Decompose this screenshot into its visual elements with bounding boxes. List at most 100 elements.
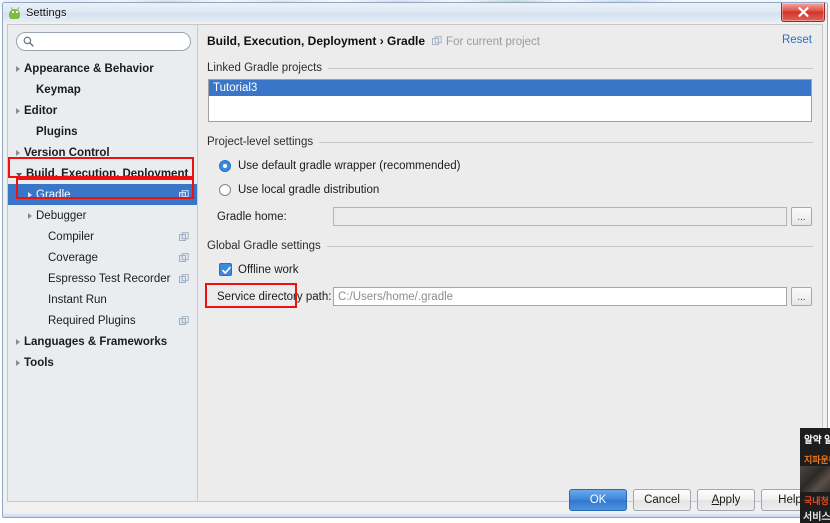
window-titlebar: Settings	[3, 3, 827, 23]
service-directory-label: Service directory path:	[217, 290, 332, 303]
sidebar-item-version-control[interactable]: Version Control	[8, 142, 197, 163]
search-container	[8, 25, 197, 55]
apply-button[interactable]: Apply	[697, 489, 755, 511]
sidebar-item-label: Instant Run	[48, 293, 107, 306]
window-content: Appearance & Behavior Keymap Editor Plugins…	[3, 22, 827, 517]
chevron-right-icon[interactable]	[16, 149, 20, 156]
module-scope-icon	[179, 189, 189, 200]
section-divider	[328, 67, 813, 69]
sidebar-item-plugins[interactable]: Plugins	[8, 121, 197, 142]
chevron-right-icon[interactable]	[16, 107, 20, 114]
offline-work-row[interactable]: Offline work	[219, 263, 813, 276]
global-settings-section: Global Gradle settings Offline work Serv…	[207, 240, 813, 306]
sidebar-item-label: Build, Execution, Deployment	[26, 167, 189, 180]
sidebar-item-tools[interactable]: Tools	[8, 352, 197, 373]
reset-link[interactable]: Reset	[782, 34, 812, 46]
sidebar-item-debugger[interactable]: Debugger	[8, 205, 197, 226]
sidebar-item-label: Version Control	[24, 146, 110, 159]
linked-projects-section: Linked Gradle projects Tutorial3	[207, 62, 813, 122]
search-input[interactable]	[37, 35, 177, 48]
sidebar-item-label: Keymap	[36, 83, 81, 96]
chevron-right-icon[interactable]	[16, 338, 20, 345]
gradle-home-label: Gradle home:	[217, 210, 287, 223]
sidebar-item-required-plugins[interactable]: Required Plugins	[8, 310, 197, 331]
offline-work-checkbox[interactable]	[219, 263, 232, 276]
offline-work-label: Offline work	[238, 263, 299, 276]
sidebar-item-label: Debugger	[36, 209, 87, 222]
settings-body: Appearance & Behavior Keymap Editor Plugins…	[7, 24, 823, 502]
module-scope-icon	[179, 273, 189, 284]
close-icon[interactable]	[781, 3, 825, 22]
sidebar-item-instant-run[interactable]: Instant Run	[8, 289, 197, 310]
sidebar-item-label: Tools	[24, 356, 54, 369]
linked-projects-title: Linked Gradle projects	[207, 62, 323, 74]
overlay-ad-orange: 지파운더	[804, 455, 830, 465]
overlay-ad-sub: 서비스	[803, 512, 830, 523]
radio-button[interactable]	[219, 184, 231, 196]
project-scope-icon	[432, 36, 442, 49]
chevron-right-icon[interactable]	[28, 212, 32, 219]
sidebar-item-label: Editor	[24, 104, 58, 117]
sidebar-item-compiler[interactable]: Compiler	[8, 226, 197, 247]
project-level-section: Project-level settings Use default gradl…	[207, 136, 813, 226]
project-level-header: Project-level settings	[207, 136, 813, 148]
sidebar-item-editor[interactable]: Editor	[8, 100, 197, 121]
list-item[interactable]: Tutorial3	[209, 80, 811, 96]
chevron-right-icon[interactable]	[16, 65, 20, 72]
sidebar-item-keymap[interactable]: Keymap	[8, 79, 197, 100]
linked-projects-list[interactable]: Tutorial3	[208, 79, 812, 122]
settings-window: Settings Appearance & Behavior Keymap Ed…	[2, 2, 828, 518]
radio-label: Use local gradle distribution	[238, 184, 380, 196]
scope-text: For current project	[446, 36, 540, 48]
settings-tree: Appearance & Behavior Keymap Editor Plugins…	[8, 55, 197, 373]
ok-button[interactable]: OK	[569, 489, 627, 511]
global-settings-title: Global Gradle settings	[207, 240, 321, 252]
chevron-right-icon[interactable]	[16, 359, 20, 366]
sidebar-item-gradle[interactable]: Gradle	[8, 184, 197, 205]
sidebar-item-label: Languages & Frameworks	[24, 335, 168, 348]
module-scope-icon	[179, 231, 189, 242]
chevron-down-icon[interactable]	[16, 172, 22, 177]
module-scope-icon	[179, 252, 189, 263]
sidebar-item-label: Espresso Test Recorder	[48, 272, 171, 285]
overlay-ad-line1: 알약 알	[804, 435, 830, 446]
section-divider	[319, 141, 813, 143]
service-directory-input[interactable]	[333, 287, 787, 306]
radio-label: Use default gradle wrapper (recommended)	[238, 160, 461, 172]
cancel-button[interactable]: Cancel	[633, 489, 691, 511]
overlay-ad-image	[800, 466, 830, 492]
settings-sidebar: Appearance & Behavior Keymap Editor Plugins…	[8, 25, 198, 501]
sidebar-item-label: Required Plugins	[48, 314, 136, 327]
main-header: Build, Execution, Deployment › Gradle Fo…	[198, 25, 822, 48]
apply-rest: pply	[719, 494, 741, 506]
search-box[interactable]	[16, 32, 191, 51]
section-divider	[326, 245, 813, 247]
linked-projects-header: Linked Gradle projects	[207, 62, 813, 74]
dialog-button-bar: OK Cancel Apply Help	[3, 483, 827, 517]
overlay-ad-popup[interactable]: 알약 알 지파운더 국내청 서비스	[800, 428, 830, 523]
project-level-title: Project-level settings	[207, 136, 314, 148]
global-settings-header: Global Gradle settings	[207, 240, 813, 252]
sidebar-item-label: Coverage	[48, 251, 98, 264]
radio-button[interactable]	[219, 160, 231, 172]
chevron-right-icon[interactable]	[28, 191, 32, 198]
service-directory-browse-button[interactable]: ...	[791, 287, 812, 306]
sidebar-item-label: Gradle	[36, 188, 71, 201]
gradle-home-row: Gradle home: ...	[217, 207, 813, 226]
service-directory-row: Service directory path: ...	[217, 287, 813, 306]
radio-use-default-wrapper[interactable]: Use default gradle wrapper (recommended)	[219, 160, 813, 172]
radio-use-local-distribution[interactable]: Use local gradle distribution	[219, 184, 813, 196]
sidebar-item-appearance-behavior[interactable]: Appearance & Behavior	[8, 58, 197, 79]
settings-main-pane: Build, Execution, Deployment › Gradle Fo…	[198, 25, 822, 501]
gradle-home-browse-button[interactable]: ...	[791, 207, 812, 226]
overlay-ad-red: 국내청	[804, 496, 829, 506]
sidebar-item-languages-frameworks[interactable]: Languages & Frameworks	[8, 331, 197, 352]
gradle-home-input[interactable]	[333, 207, 787, 226]
sidebar-item-label: Plugins	[36, 125, 78, 138]
sidebar-item-espresso-test-recorder[interactable]: Espresso Test Recorder	[8, 268, 197, 289]
window-bottom-edge	[3, 513, 827, 517]
module-scope-icon	[179, 315, 189, 326]
breadcrumb: Build, Execution, Deployment › Gradle	[207, 34, 426, 48]
sidebar-item-coverage[interactable]: Coverage	[8, 247, 197, 268]
sidebar-item-build-execution-deployment[interactable]: Build, Execution, Deployment	[8, 163, 197, 184]
